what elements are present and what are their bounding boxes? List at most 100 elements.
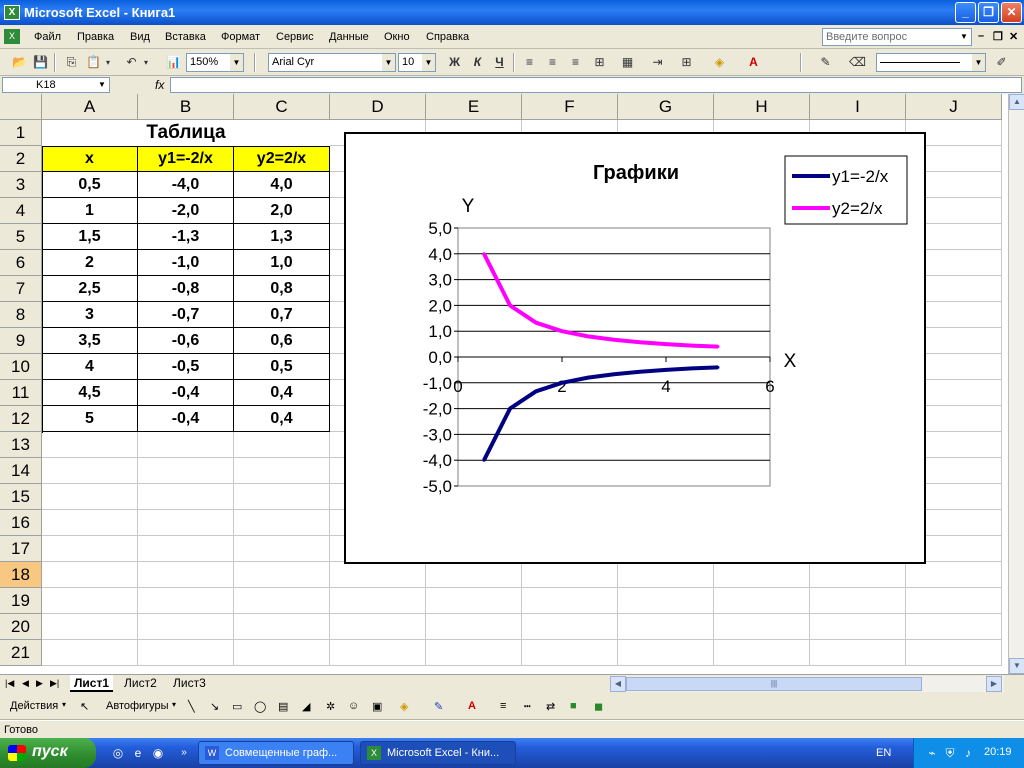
menu-tools[interactable]: Сервис [276,31,314,43]
grid-cell[interactable] [906,614,1002,640]
menu-edit[interactable]: Правка [77,31,114,43]
doc-restore-button[interactable]: ❐ [993,30,1003,43]
copy-icon[interactable]: ⎘ [62,53,81,72]
chevron-down-icon[interactable]: ▼ [382,54,395,71]
grid-cell[interactable] [330,588,426,614]
table-header-cell[interactable]: y2=2/x [234,146,330,172]
formula-input[interactable] [170,77,1022,93]
table-cell[interactable]: -0,6 [138,328,234,354]
row-header-17[interactable]: 17 [0,536,42,562]
borders-icon[interactable]: ⊞ [677,53,696,72]
grid-cell[interactable] [810,562,906,588]
menu-file[interactable]: Файл [34,31,61,43]
volume-icon[interactable]: ♪ [960,745,976,761]
table-cell[interactable]: -4,0 [138,172,234,198]
workbook-icon[interactable]: X [4,29,20,44]
restore-button[interactable]: ❐ [978,2,999,23]
row-header-16[interactable]: 16 [0,510,42,536]
grid-cell[interactable] [810,640,906,666]
grid-cell[interactable] [42,484,138,510]
column-header-g[interactable]: G [618,94,714,120]
zoom-select[interactable]: 150% ▼ [186,53,244,72]
last-sheet-icon[interactable]: ▶| [50,678,59,689]
scroll-down-icon[interactable]: ▼ [1009,658,1024,674]
table-cell[interactable]: 2,5 [42,276,138,302]
chevron-down-icon[interactable]: ▼ [972,54,985,71]
fill-color-icon[interactable]: ◈ [710,53,729,72]
table-cell[interactable]: 0,8 [234,276,330,302]
chevron-down-icon[interactable]: ▾ [62,700,66,709]
horizontal-scroll-thumb[interactable]: ||| [626,677,922,691]
grid-cell[interactable] [42,510,138,536]
horizontal-scrollbar[interactable]: ◀ ||| ▶ [610,676,1004,692]
align-center-icon[interactable]: ≡ [543,53,562,72]
grid-cell[interactable] [810,588,906,614]
menu-format[interactable]: Формат [221,31,260,43]
undo-icon[interactable]: ↶ [122,53,141,72]
first-sheet-icon[interactable]: |◀ [5,678,14,689]
italic-button[interactable]: К [468,53,487,72]
grid-cell[interactable] [522,614,618,640]
underline-button[interactable]: Ч [490,53,509,72]
grid-cell[interactable] [330,614,426,640]
start-button[interactable]: пуск [0,738,96,768]
table-cell[interactable]: -0,4 [138,406,234,432]
column-header-b[interactable]: B [138,94,234,120]
prev-sheet-icon[interactable]: ◀ [22,678,29,689]
row-header-2[interactable]: 2 [0,146,42,172]
grid-cell[interactable] [618,588,714,614]
line-icon[interactable]: ╲ [188,700,195,713]
chevron-down-icon[interactable]: ▼ [422,54,435,71]
function-icon[interactable]: fx [155,78,164,92]
table-cell[interactable]: 0,5 [42,172,138,198]
table-header-cell[interactable]: x [42,146,138,172]
font-color-icon[interactable]: A [744,53,763,72]
grid-cell[interactable] [810,614,906,640]
table-cell[interactable]: 2,0 [234,198,330,224]
3d-icon[interactable]: ◼ [594,700,603,713]
align-left-icon[interactable]: ≡ [520,53,539,72]
table-cell[interactable]: -0,7 [138,302,234,328]
table-cell[interactable]: 0,4 [234,406,330,432]
table-cell[interactable]: 4,0 [234,172,330,198]
worksheet-grid[interactable]: ABCDEFGHIJ 1 2 3 4 5 6 7 8 9 10 11 12 13 14 15 16 17 18 19… [0,94,1008,674]
row-header-20[interactable]: 20 [0,614,42,640]
line-style-icon[interactable]: ≡ [500,700,506,712]
align-right-icon[interactable]: ≡ [566,53,585,72]
grid-cell[interactable] [234,432,330,458]
grid-cell[interactable] [234,458,330,484]
table-cell[interactable]: -2,0 [138,198,234,224]
grid-cell[interactable] [42,562,138,588]
fill-color-icon[interactable]: ◈ [400,700,408,713]
arrow-icon[interactable]: ↘ [210,700,219,713]
row-header-4[interactable]: 4 [0,198,42,224]
dash-style-icon[interactable]: ┅ [524,700,531,713]
row-header-21[interactable]: 21 [0,640,42,666]
column-header-i[interactable]: I [810,94,906,120]
row-header-9[interactable]: 9 [0,328,42,354]
chevron-down-icon[interactable]: ▼ [957,29,971,45]
grid-cell[interactable] [426,640,522,666]
grid-cell[interactable] [234,536,330,562]
grid-cell[interactable] [42,536,138,562]
close-button[interactable]: ✕ [1001,2,1022,23]
grid-cell[interactable] [42,640,138,666]
line-style-select[interactable]: ▼ [876,53,986,72]
taskbar-item-word[interactable]: W Совмещенные граф... [198,741,354,765]
tab-sheet3[interactable]: Лист3 [169,675,210,692]
grid-cell[interactable] [138,458,234,484]
wordart-icon[interactable]: ◢ [302,700,310,713]
grid-cell[interactable] [522,640,618,666]
grid-cell[interactable] [42,432,138,458]
grid-cell[interactable] [138,510,234,536]
chevron-down-icon[interactable]: ▼ [230,54,243,71]
table-cell[interactable]: 0,4 [234,380,330,406]
paste-icon[interactable]: 📋 [84,53,103,72]
table-cell[interactable]: -1,0 [138,250,234,276]
table-cell[interactable]: -0,5 [138,354,234,380]
grid-cell[interactable] [42,588,138,614]
open-icon[interactable]: 📂 [10,53,29,72]
font-color-icon[interactable]: A [468,700,476,712]
row-header-11[interactable]: 11 [0,380,42,406]
grid-cell[interactable] [138,614,234,640]
